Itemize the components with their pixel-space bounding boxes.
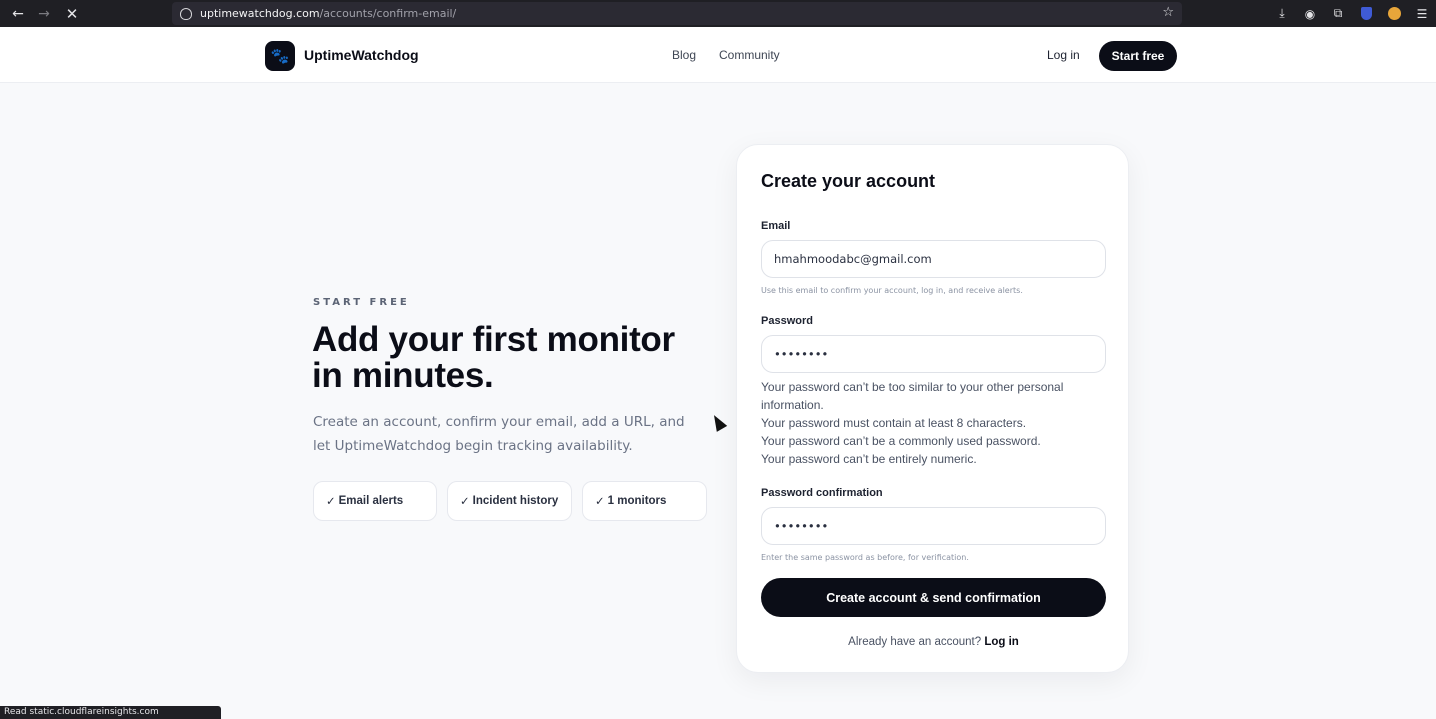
password-rules: Your password can’t be too similar to yo…: [761, 378, 1106, 468]
password-rule: Your password can’t be too similar to yo…: [761, 380, 1064, 412]
feature-pill-label: 1 monitors: [607, 495, 667, 507]
check-icon: ✓: [460, 496, 470, 508]
brand-name[interactable]: UptimeWatchdog: [304, 47, 419, 63]
extension-badge-icon[interactable]: [1380, 7, 1408, 20]
already-have-account: Already have an account? Log in: [737, 636, 1130, 648]
start-free-button[interactable]: Start free: [1099, 41, 1177, 71]
browser-status-bar: Read static.cloudflareinsights.com: [0, 706, 221, 719]
email-label: Email: [761, 220, 791, 232]
password-field[interactable]: [761, 335, 1106, 373]
site-header: 🐾 UptimeWatchdog Blog Community Log in S…: [0, 27, 1436, 83]
hero-title: Add your first monitor in minutes.: [312, 320, 675, 395]
password-rule: Your password must contain at least 8 ch…: [761, 416, 1027, 430]
feature-pill-monitors: ✓ 1 monitors: [582, 481, 707, 521]
address-bar[interactable]: uptimewatchdog.com /accounts/confirm-ema…: [172, 2, 1182, 25]
password-confirmation-hint: Enter the same password as before, for v…: [761, 553, 969, 562]
url-host: uptimewatchdog.com: [200, 7, 320, 20]
nav-community[interactable]: Community: [719, 48, 780, 62]
password-rule: Your password can’t be a commonly used p…: [761, 434, 1041, 448]
paw-logo-icon[interactable]: 🐾: [265, 41, 295, 71]
card-login-link[interactable]: Log in: [984, 636, 1019, 648]
password-rule: Your password can’t be entirely numeric.: [761, 452, 977, 466]
create-account-button[interactable]: Create account & send confirmation: [761, 578, 1106, 617]
download-icon[interactable]: ⤓: [1268, 6, 1296, 21]
signup-card: Create your account Email Use this email…: [736, 144, 1129, 673]
password-confirmation-label: Password confirmation: [761, 487, 883, 499]
password-label: Password: [761, 315, 813, 327]
nav-blog[interactable]: Blog: [672, 48, 696, 62]
feature-pill-label: Incident history: [472, 495, 559, 507]
hero-description: Create an account, confirm your email, a…: [313, 414, 685, 454]
bookmark-star-icon[interactable]: ☆: [1162, 5, 1174, 20]
menu-icon[interactable]: ☰: [1408, 7, 1436, 21]
email-hint: Use this email to confirm your account, …: [761, 286, 1023, 295]
check-icon: ✓: [326, 496, 336, 508]
signup-title: Create your account: [761, 171, 936, 191]
account-icon[interactable]: ◉: [1296, 7, 1324, 21]
feature-pill-incident-history: ✓ Incident history: [447, 481, 572, 521]
url-path: /accounts/confirm-email/: [319, 7, 457, 20]
back-icon[interactable]: ←: [5, 0, 31, 27]
hero-eyebrow: START FREE: [313, 297, 410, 308]
password-confirmation-field[interactable]: [761, 507, 1106, 545]
feature-pill-email-alerts: ✓ Email alerts: [313, 481, 437, 521]
stop-loading-icon[interactable]: ✕: [59, 0, 85, 27]
nav-login-link[interactable]: Log in: [1047, 48, 1080, 62]
browser-toolbar: ← → ✕ uptimewatchdog.com /accounts/confi…: [0, 0, 1436, 27]
site-info-icon[interactable]: [180, 7, 192, 20]
extensions-icon[interactable]: ⧉: [1324, 6, 1352, 21]
mouse-cursor-icon: [708, 412, 728, 432]
toolbar-icons: ⤓ ◉ ⧉ ☰: [1268, 0, 1436, 27]
bitwarden-icon[interactable]: [1352, 7, 1380, 20]
forward-icon[interactable]: →: [31, 0, 57, 27]
already-have-account-text: Already have an account?: [848, 636, 982, 648]
email-field[interactable]: [761, 240, 1106, 278]
feature-pill-label: Email alerts: [338, 495, 404, 507]
check-icon: ✓: [595, 496, 605, 508]
